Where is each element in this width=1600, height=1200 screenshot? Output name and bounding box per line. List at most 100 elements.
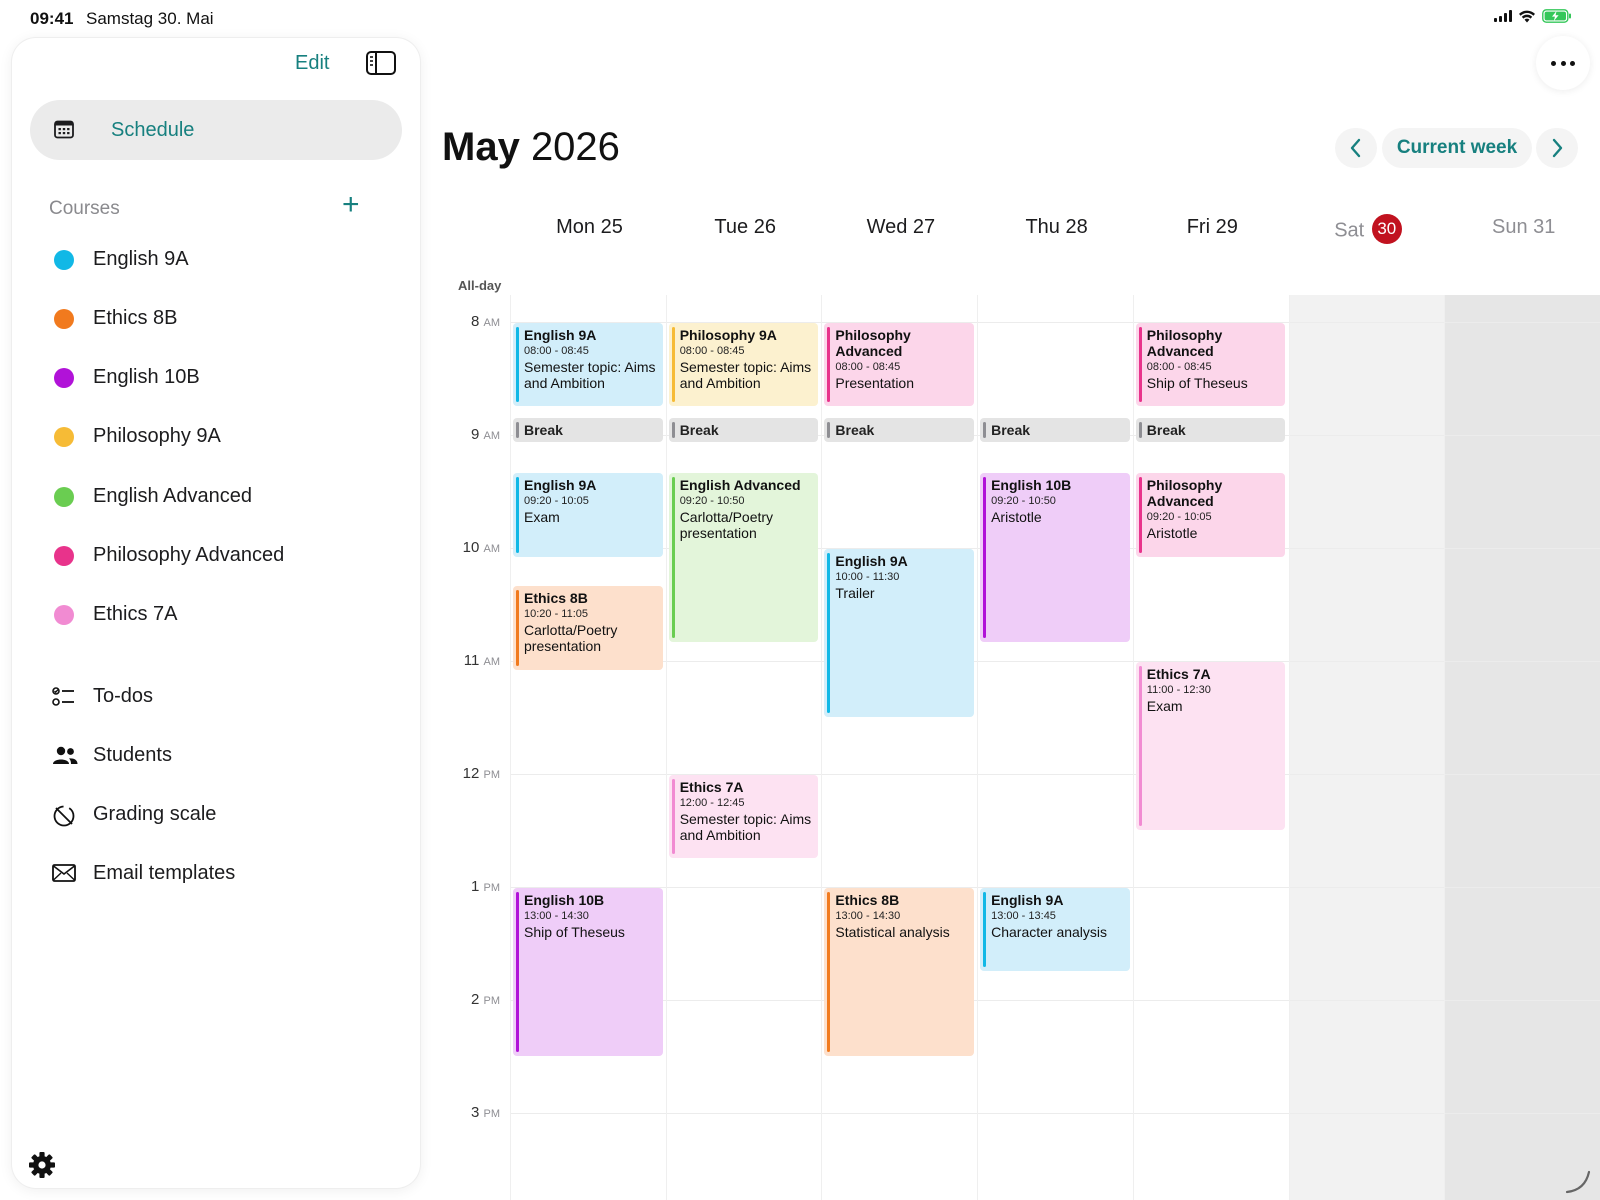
month-label: May <box>442 125 520 169</box>
gear-icon[interactable] <box>28 1151 56 1179</box>
course-item[interactable]: Philosophy Advanced <box>12 532 420 580</box>
sidebar-item-students[interactable]: Students <box>12 732 420 780</box>
day-name: Wed <box>866 216 908 238</box>
break-accent-bar <box>983 422 987 439</box>
course-item[interactable]: English 10B <box>12 354 420 402</box>
sidebar-toggle-icon[interactable] <box>366 51 396 75</box>
day-number: 26 <box>753 216 776 238</box>
more-options-button[interactable] <box>1536 36 1590 90</box>
event-description: Trailer <box>835 584 875 601</box>
day-header[interactable]: Fri 29 <box>1135 216 1290 239</box>
event-block[interactable]: Ethics 8B 10:20 - 11:05 Carlotta/Poetry pr… <box>513 586 663 670</box>
course-color-dot <box>54 427 74 447</box>
all-day-label: All-day <box>458 278 502 293</box>
page-title: May 2026 <box>442 124 620 170</box>
day-header[interactable]: Thu 28 <box>979 216 1134 239</box>
edit-button[interactable]: Edit <box>295 52 329 75</box>
course-item[interactable]: Ethics 7A <box>12 591 420 639</box>
day-number: 25 <box>600 216 623 238</box>
break-label: Break <box>1146 422 1186 439</box>
event-title: Philosophy Advanced <box>1146 326 1223 359</box>
event-block[interactable]: English 9A 08:00 - 08:45 Semester topic: A… <box>513 322 663 407</box>
event-accent-bar <box>671 326 675 403</box>
event-block[interactable]: English Advanced 09:20 - 10:50 Carlotta/Po… <box>668 473 819 642</box>
week-grid[interactable]: Break Break Break Break Break English 9A 08:00… <box>510 295 1600 1200</box>
course-label: Ethics 8B <box>93 307 178 329</box>
event-title: Ethics 8B <box>835 891 900 908</box>
event-block[interactable]: Philosophy Advanced 08:00 - 08:45 Ship of … <box>1135 322 1286 407</box>
event-block[interactable]: Philosophy Advanced 09:20 - 10:05 Aristotl… <box>1135 473 1286 557</box>
event-time: 08:00 - 08:45 <box>679 344 745 357</box>
previous-week-button[interactable] <box>1335 128 1377 168</box>
event-block[interactable]: Ethics 7A 12:00 - 12:45 Semester topic: Ai… <box>668 774 819 859</box>
course-item[interactable]: Philosophy 9A <box>12 413 420 461</box>
sidebar-item-grading-scale[interactable]: Grading scale <box>12 791 420 839</box>
day-number: 31 <box>1533 216 1556 238</box>
course-color-dot <box>54 546 74 566</box>
event-time: 10:00 - 11:30 <box>835 570 900 583</box>
event-accent-bar <box>827 326 831 403</box>
day-header[interactable]: Sun 31 <box>1446 216 1600 239</box>
add-course-button[interactable]: + <box>342 190 360 220</box>
break-block[interactable]: Break <box>668 418 819 443</box>
event-block[interactable]: English 9A 13:00 - 13:45 Character analysi… <box>980 887 1130 972</box>
event-block[interactable]: Philosophy Advanced 08:00 - 08:45 Presenta… <box>824 322 975 407</box>
break-block[interactable]: Break <box>980 418 1130 443</box>
break-accent-bar <box>827 422 831 439</box>
status-date: Samstag 30. Mai <box>86 9 214 28</box>
event-time: 13:00 - 13:45 <box>991 909 1056 922</box>
weekend-column <box>1444 295 1600 1200</box>
current-week-button[interactable]: Current week <box>1382 128 1532 168</box>
event-time: 13:00 - 14:30 <box>835 909 901 922</box>
event-accent-bar <box>671 477 675 638</box>
event-title: English 9A <box>991 891 1064 908</box>
event-block[interactable]: Philosophy 9A 08:00 - 08:45 Semester topic… <box>668 322 819 407</box>
event-block[interactable]: Ethics 7A 11:00 - 12:30 Exam <box>1135 661 1286 830</box>
event-description: Exam <box>1146 697 1183 714</box>
sidebar-item-label: Email templates <box>93 862 236 884</box>
event-time: 10:20 - 11:05 <box>524 608 589 621</box>
event-title: English 9A <box>835 552 908 569</box>
day-header[interactable]: Tue 26 <box>668 216 823 239</box>
event-time: 09:20 - 10:50 <box>679 495 745 508</box>
hour-number: 3 <box>470 1104 480 1121</box>
break-block[interactable]: Break <box>513 418 663 443</box>
event-block[interactable]: English 10B 13:00 - 14:30 Ship of Theseus <box>513 887 663 1056</box>
status-icons <box>1494 9 1572 23</box>
event-block[interactable]: English 9A 09:20 - 10:05 Exam <box>513 473 663 557</box>
resize-handle-icon[interactable] <box>1565 1168 1591 1194</box>
sidebar-item-schedule[interactable]: Schedule <box>30 100 402 160</box>
status-bar: 09:41 Samstag 30. Mai <box>0 0 1600 36</box>
day-name: Tue <box>714 216 749 238</box>
next-week-button[interactable] <box>1536 128 1578 168</box>
hour-number: 2 <box>470 991 480 1008</box>
event-block[interactable]: English 9A 10:00 - 11:30 Trailer <box>824 548 975 717</box>
sidebar-item-label: Grading scale <box>93 803 217 825</box>
day-header[interactable]: Wed 27 <box>823 216 978 239</box>
sidebar-item-email-templates[interactable]: Email templates <box>12 850 420 898</box>
break-accent-bar <box>671 422 675 439</box>
event-accent-bar <box>516 590 519 666</box>
course-item[interactable]: English Advanced <box>12 473 420 521</box>
break-block[interactable]: Break <box>824 418 975 443</box>
cellular-signal-icon <box>1494 10 1512 22</box>
hour-ampm: PM <box>483 1108 501 1120</box>
day-header[interactable]: Mon 25 <box>512 216 667 239</box>
event-block[interactable]: English 10B 09:20 - 10:50 Aristotle <box>980 473 1130 642</box>
break-block[interactable]: Break <box>1135 418 1286 443</box>
event-accent-bar <box>1138 665 1142 826</box>
day-header[interactable]: Sat 30 <box>1291 214 1446 246</box>
course-label: English Advanced <box>93 485 253 507</box>
hour-label: 11 AM <box>450 652 502 669</box>
sidebar-item-todos[interactable]: To-dos <box>12 673 420 721</box>
course-item[interactable]: English 9A <box>12 236 420 284</box>
hour-number: 9 <box>470 426 480 443</box>
event-title: Ethics 7A <box>1146 665 1211 682</box>
hour-ampm: AM <box>483 543 501 555</box>
event-accent-bar <box>827 891 831 1052</box>
event-block[interactable]: Ethics 8B 13:00 - 14:30 Statistical analys… <box>824 887 975 1056</box>
day-name: Thu <box>1025 216 1060 238</box>
hour-label: 2 PM <box>450 991 502 1008</box>
course-item[interactable]: Ethics 8B <box>12 295 420 343</box>
sidebar: Edit Schedule Courses + English 9A Ethics… <box>12 38 420 1188</box>
